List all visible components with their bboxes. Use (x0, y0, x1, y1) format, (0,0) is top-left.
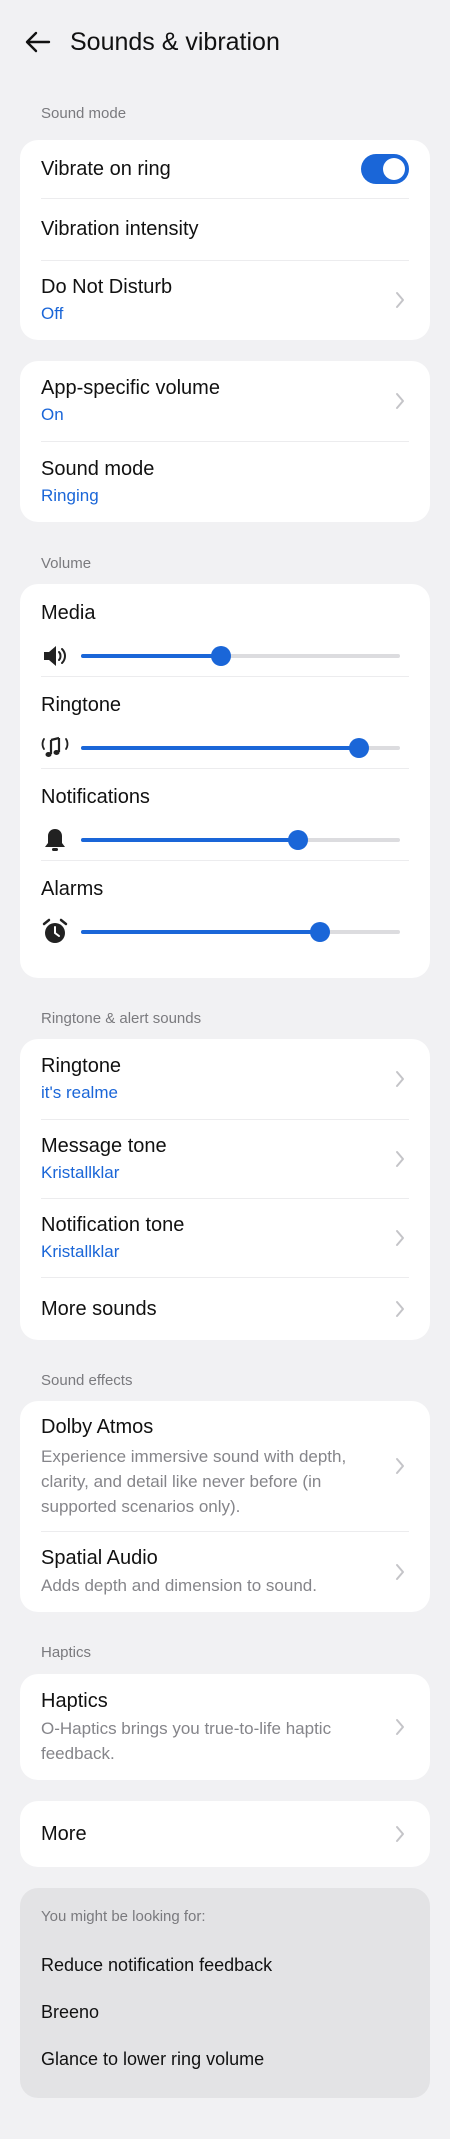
ringtone-value: it's realme (41, 1083, 118, 1102)
toggle-knob (383, 158, 405, 180)
section-label-sound-mode: Sound mode (41, 105, 127, 122)
do-not-disturb-label: Do Not Disturb (41, 276, 173, 298)
suggestion-reduce-notification-feedback[interactable]: Reduce notification feedback (41, 1955, 409, 1976)
spatial-audio-label: Spatial Audio (41, 1547, 158, 1569)
music-note-icon (41, 734, 69, 762)
chevron-right-icon (391, 1229, 409, 1247)
do-not-disturb-value: Off (41, 304, 64, 323)
message-tone-label: Message tone (41, 1134, 167, 1157)
alarm-clock-icon (41, 918, 69, 946)
slider-thumb[interactable] (348, 738, 369, 758)
ringtone-volume-label: Ringtone (41, 694, 122, 716)
chevron-right-icon (391, 1070, 409, 1088)
chevron-right-icon (391, 1825, 409, 1843)
app-volume-card: App-specific volume On Sound mode Ringin… (20, 361, 430, 522)
sound-mode-card: Vibrate on ring Vibration intensity Do N… (20, 140, 430, 340)
suggestion-glance-lower-ring-volume[interactable]: Glance to lower ring volume (41, 2049, 409, 2070)
dolby-atmos-row[interactable]: Dolby Atmos Experience immersive sound w… (20, 1401, 430, 1531)
vibration-intensity-label: Vibration intensity (41, 218, 199, 240)
haptics-description: O-Haptics brings you true-to-life haptic… (41, 1719, 332, 1763)
media-label: Media (41, 602, 96, 624)
sound-mode-label: Sound mode (41, 457, 155, 480)
vibrate-on-ring-row[interactable]: Vibrate on ring (20, 140, 430, 198)
section-label-sound-effects: Sound effects (41, 1372, 133, 1389)
haptics-card: Haptics O-Haptics brings you true-to-lif… (20, 1674, 430, 1780)
more-label: More (41, 1823, 87, 1845)
chevron-right-icon (391, 291, 409, 309)
sound-effects-card: Dolby Atmos Experience immersive sound w… (20, 1401, 430, 1612)
suggestions-title: You might be looking for: (41, 1908, 206, 1925)
vibrate-on-ring-label: Vibrate on ring (41, 158, 171, 180)
ringtone-volume-slider[interactable] (81, 738, 400, 758)
slider-thumb[interactable] (310, 922, 331, 942)
alarms-volume-label: Alarms (41, 878, 104, 900)
notification-tone-label: Notification tone (41, 1213, 185, 1236)
volume-alarms: Alarms (20, 860, 430, 952)
volume-card: Media Ringtone Notifications Alarms (20, 584, 430, 978)
chevron-right-icon (391, 1718, 409, 1736)
section-label-haptics: Haptics (41, 1644, 92, 1661)
chevron-right-icon (391, 1300, 409, 1318)
slider-fill (81, 654, 222, 658)
top-bar: Sounds & vibration (0, 0, 450, 84)
do-not-disturb-row[interactable]: Do Not Disturb Off (20, 260, 430, 340)
message-tone-value: Kristallklar (41, 1162, 120, 1182)
volume-notifications: Notifications (20, 768, 430, 860)
section-label-volume: Volume (41, 555, 92, 572)
chevron-right-icon (391, 1457, 409, 1475)
app-specific-volume-row[interactable]: App-specific volume On (20, 361, 430, 441)
dolby-atmos-label: Dolby Atmos (41, 1415, 154, 1438)
app-specific-volume-value: On (41, 405, 64, 424)
spatial-audio-description: Adds depth and dimension to sound. (41, 1576, 317, 1595)
spatial-audio-row[interactable]: Spatial Audio Adds depth and dimension t… (20, 1531, 430, 1612)
more-sounds-label: More sounds (41, 1297, 157, 1320)
dolby-atmos-description: Experience immersive sound with depth, c… (41, 1446, 347, 1516)
suggestions-panel: You might be looking for: Reduce notific… (20, 1888, 430, 2098)
volume-media: Media (20, 584, 430, 676)
vibration-intensity-row[interactable]: Vibration intensity (20, 198, 430, 260)
section-label-ringtone-alert: Ringtone & alert sounds (41, 1010, 202, 1027)
back-arrow-icon (25, 31, 51, 53)
chevron-right-icon (391, 1150, 409, 1168)
slider-fill (81, 838, 298, 842)
chevron-right-icon (391, 1563, 409, 1581)
bell-icon (41, 826, 69, 854)
notifications-volume-label: Notifications (41, 786, 150, 808)
notification-tone-value: Kristallklar (41, 1241, 120, 1261)
ringtone-row[interactable]: Ringtone it's realme (20, 1039, 430, 1119)
slider-fill (81, 930, 321, 934)
more-card: More (20, 1801, 430, 1867)
notification-tone-row[interactable]: Notification tone Kristallklar (20, 1198, 430, 1277)
slider-thumb[interactable] (287, 830, 308, 850)
vibrate-on-ring-toggle[interactable] (361, 154, 409, 184)
more-row[interactable]: More (20, 1801, 430, 1867)
more-sounds-row[interactable]: More sounds (20, 1277, 430, 1340)
suggestion-breeno[interactable]: Breeno (41, 2002, 409, 2023)
haptics-row[interactable]: Haptics O-Haptics brings you true-to-lif… (20, 1674, 430, 1780)
notifications-volume-slider[interactable] (81, 830, 400, 850)
ringtone-label: Ringtone (41, 1055, 122, 1077)
chevron-right-icon (391, 392, 409, 410)
ringtone-alert-card: Ringtone it's realme Message tone Krista… (20, 1039, 430, 1340)
alarms-volume-slider[interactable] (81, 922, 400, 942)
back-button[interactable] (18, 22, 58, 62)
volume-ringtone: Ringtone (20, 676, 430, 768)
slider-thumb[interactable] (211, 646, 232, 666)
slider-fill (81, 746, 359, 750)
sound-mode-row[interactable]: Sound mode Ringing (20, 441, 430, 522)
haptics-label: Haptics (41, 1690, 108, 1712)
sound-mode-value: Ringing (41, 485, 99, 505)
message-tone-row[interactable]: Message tone Kristallklar (20, 1119, 430, 1198)
speaker-icon (41, 642, 69, 670)
media-volume-slider[interactable] (81, 646, 400, 666)
app-specific-volume-label: App-specific volume (41, 377, 220, 399)
page-title: Sounds & vibration (70, 27, 280, 56)
